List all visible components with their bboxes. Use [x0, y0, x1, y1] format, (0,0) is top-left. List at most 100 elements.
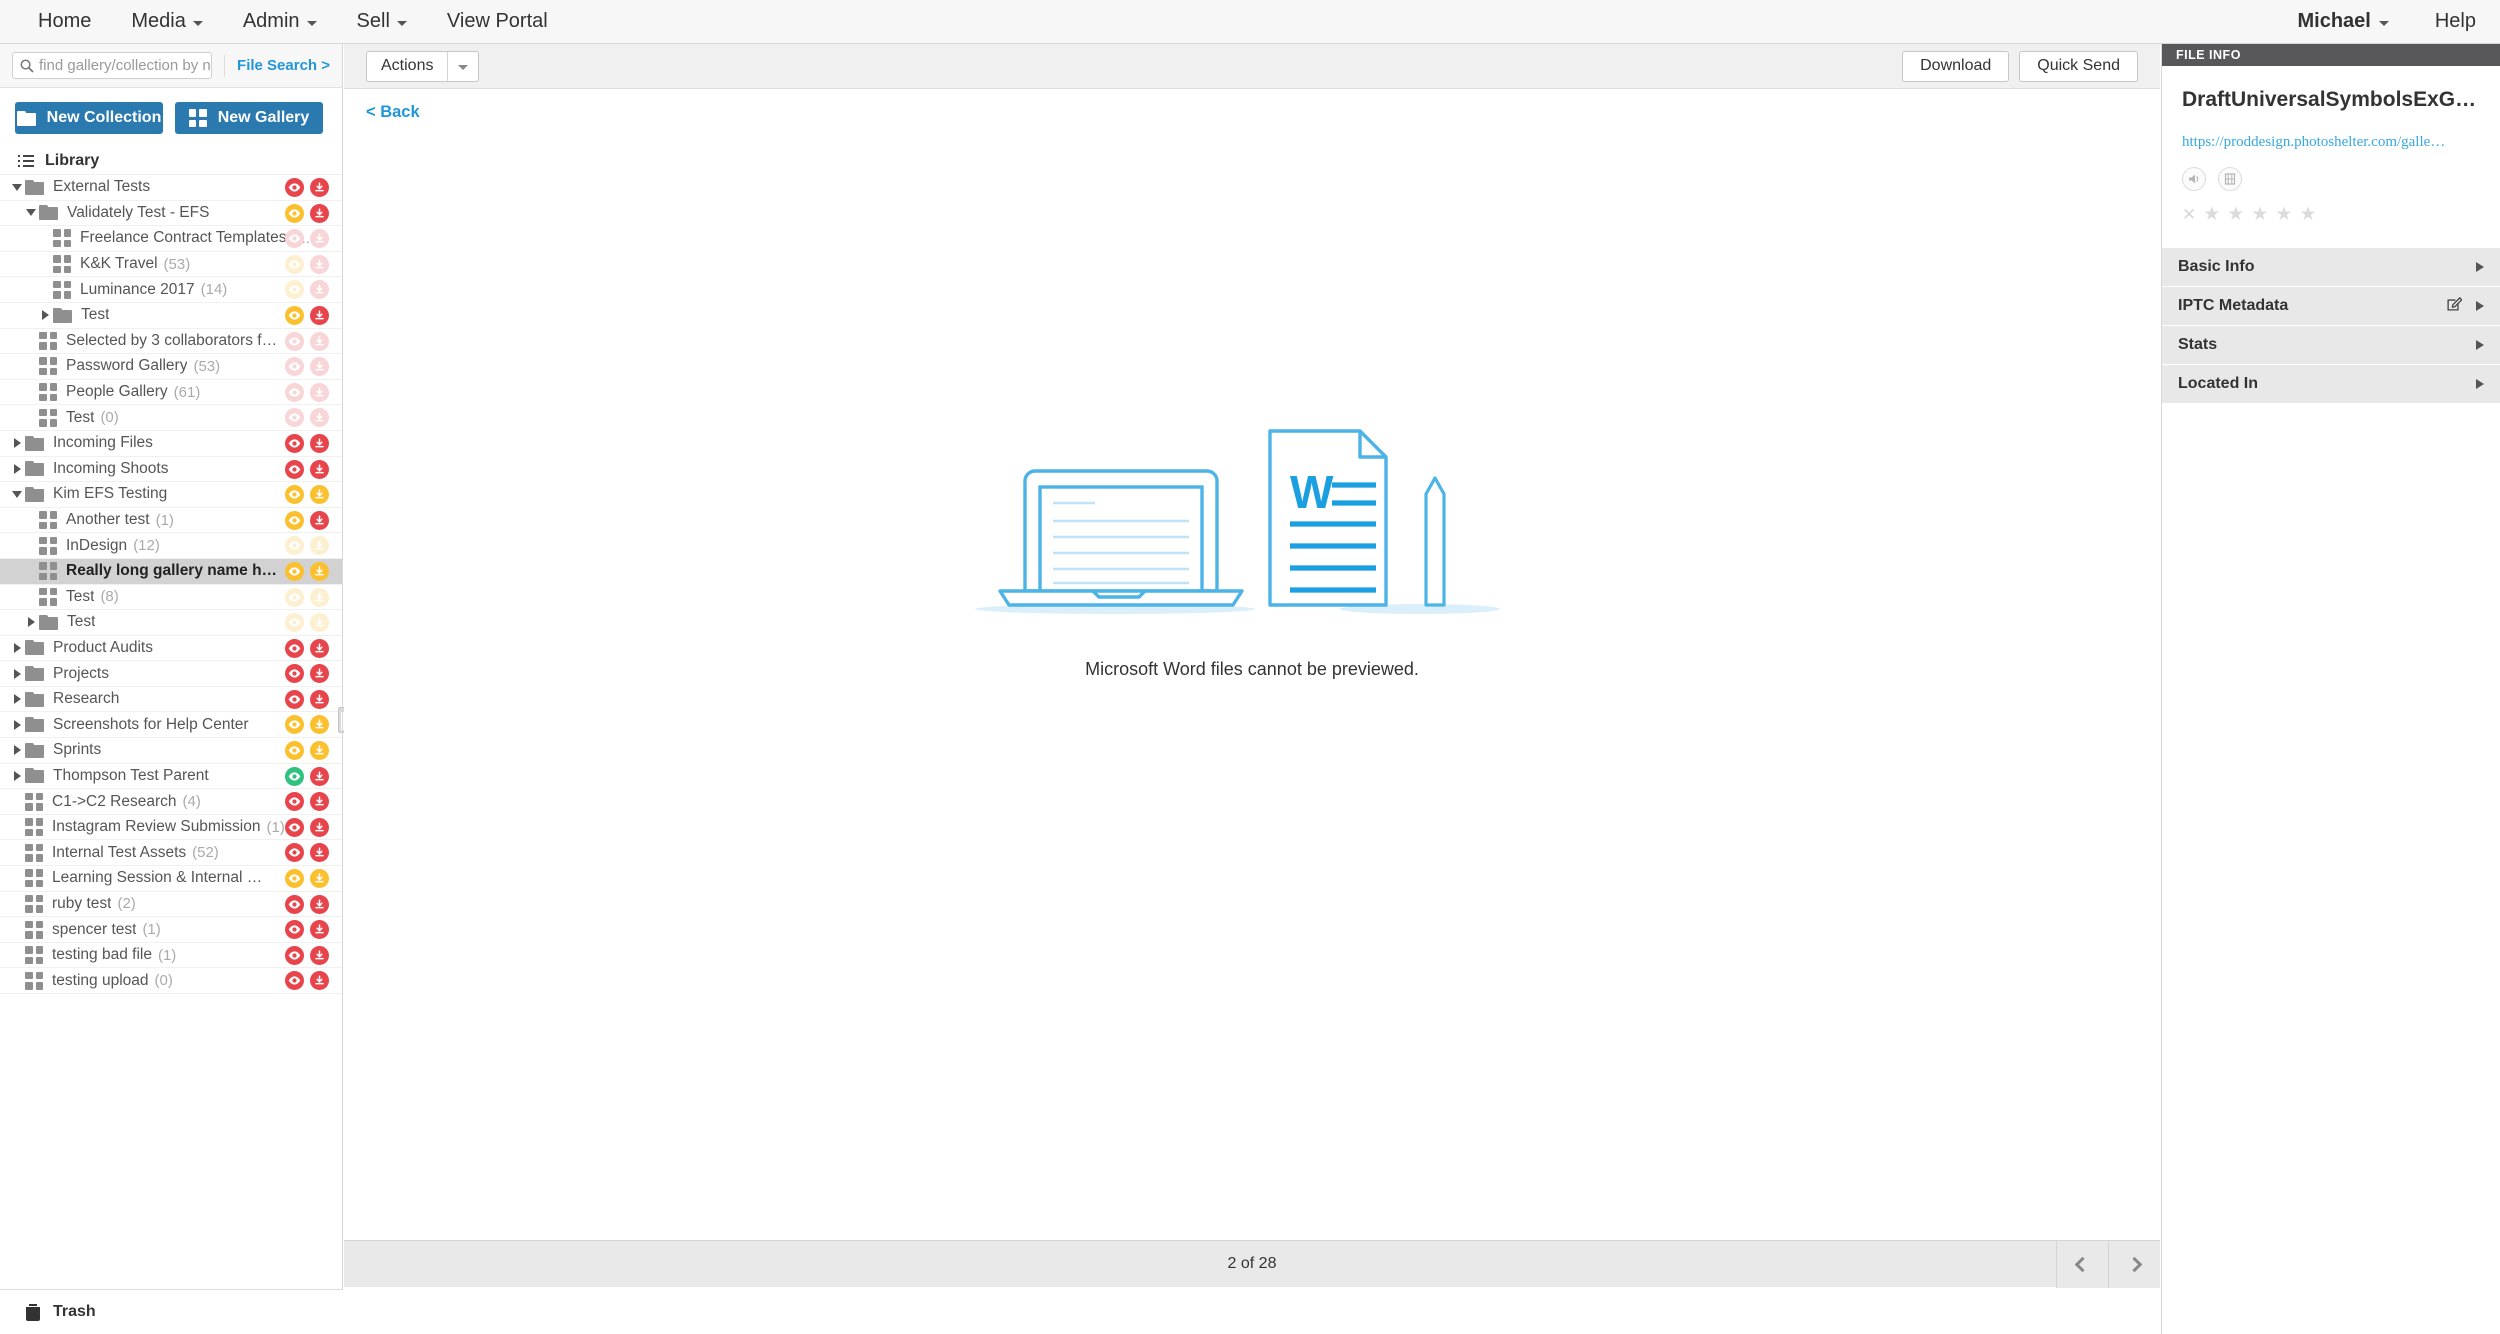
visibility-eye-badge[interactable] [285, 638, 304, 658]
twisty-expand-icon[interactable] [9, 694, 25, 705]
tree-row[interactable]: K&K Travel (53) [0, 252, 342, 278]
tree-row[interactable]: People Gallery (61) [0, 380, 342, 406]
tree-row[interactable]: C1->C2 Research (4) [0, 789, 342, 815]
tree-row[interactable]: Another test (1) [0, 508, 342, 534]
star-5[interactable]: ★ [2299, 205, 2316, 224]
twisty-expand-icon[interactable] [23, 617, 39, 628]
tree-row[interactable]: Freelance Contract Templates(... [0, 226, 342, 252]
back-link[interactable]: < Back [366, 103, 420, 122]
download-permission-badge[interactable] [310, 689, 329, 709]
download-permission-badge[interactable] [310, 613, 329, 633]
download-permission-badge[interactable] [310, 817, 329, 837]
download-permission-badge[interactable] [310, 305, 329, 325]
download-permission-badge[interactable] [310, 638, 329, 658]
twisty-expand-icon[interactable] [9, 642, 25, 653]
tree-row[interactable]: Validately Test - EFS [0, 201, 342, 227]
tree-row[interactable]: Research [0, 687, 342, 713]
accordion-section-basic-info[interactable]: Basic Info [2162, 248, 2500, 287]
download-permission-badge[interactable] [310, 382, 329, 402]
visibility-eye-badge[interactable] [285, 843, 304, 863]
tree-row[interactable]: Screenshots for Help Center [0, 712, 342, 739]
download-permission-badge[interactable] [310, 664, 329, 684]
download-permission-badge[interactable] [310, 766, 329, 786]
tree-row[interactable]: spencer test (1) [0, 917, 342, 943]
nav-item-view-portal[interactable]: View Portal [427, 10, 568, 33]
visibility-eye-badge[interactable] [285, 664, 304, 684]
download-permission-badge[interactable] [310, 741, 329, 761]
star-1[interactable]: ★ [2203, 205, 2220, 224]
visibility-eye-badge[interactable] [285, 357, 304, 377]
twisty-expand-icon[interactable] [9, 745, 25, 756]
trash-item[interactable]: Trash [0, 1289, 343, 1334]
download-permission-badge[interactable] [310, 894, 329, 914]
tree-row[interactable]: Thompson Test Parent [0, 764, 342, 790]
nav-item-sell[interactable]: Sell [337, 10, 427, 33]
visibility-eye-badge[interactable] [285, 510, 304, 530]
twisty-expand-icon[interactable] [9, 719, 25, 730]
visibility-eye-badge[interactable] [285, 536, 304, 556]
edit-pencil-icon[interactable] [2447, 296, 2463, 316]
new-collection-button[interactable]: New Collection [15, 102, 163, 134]
tree-row[interactable]: Really long gallery name here it is … [0, 558, 342, 585]
tree-row[interactable]: testing upload (0) [0, 968, 342, 994]
visibility-eye-badge[interactable] [285, 229, 304, 249]
visibility-eye-badge[interactable] [285, 689, 304, 709]
download-permission-badge[interactable] [310, 587, 329, 607]
tree-row[interactable]: Projects [0, 661, 342, 687]
visibility-eye-badge[interactable] [285, 613, 304, 633]
download-permission-badge[interactable] [310, 792, 329, 812]
tree-row[interactable]: Kim EFS Testing [0, 482, 342, 508]
twisty-expand-icon[interactable] [9, 438, 25, 449]
library-header[interactable]: Library [0, 148, 342, 175]
download-permission-badge[interactable] [310, 433, 329, 453]
tree-row[interactable]: Learning Session & Internal Demo Re… [0, 866, 342, 892]
tree-row[interactable]: Selected by 3 collaborators for 201… [0, 329, 342, 355]
user-menu[interactable]: Michael [2298, 10, 2389, 33]
tree-row[interactable]: Password Gallery (53) [0, 354, 342, 380]
help-link[interactable]: Help [2435, 10, 2476, 33]
download-permission-badge[interactable] [310, 536, 329, 556]
download-permission-badge[interactable] [310, 971, 329, 991]
nav-item-admin[interactable]: Admin [223, 10, 337, 33]
twisty-expand-icon[interactable] [9, 463, 25, 474]
visibility-eye-badge[interactable] [285, 382, 304, 402]
tree-row[interactable]: Instagram Review Submission (1) [0, 815, 342, 841]
download-permission-badge[interactable] [310, 408, 329, 428]
visibility-eye-badge[interactable] [285, 178, 304, 197]
tree-row[interactable]: Incoming Shoots [0, 457, 342, 483]
tree-row[interactable]: External Tests [0, 175, 342, 201]
star-3[interactable]: ★ [2251, 205, 2268, 224]
download-permission-badge[interactable] [310, 485, 329, 505]
search-input[interactable] [13, 53, 212, 78]
tree-row[interactable]: InDesign (12) [0, 533, 342, 559]
twisty-expand-icon[interactable] [9, 770, 25, 781]
megaphone-icon[interactable] [2182, 167, 2206, 191]
tree-row[interactable]: Test (8) [0, 585, 342, 611]
visibility-eye-badge[interactable] [285, 305, 304, 325]
star-2[interactable]: ★ [2227, 205, 2244, 224]
visibility-eye-badge[interactable] [285, 971, 304, 991]
visibility-eye-badge[interactable] [285, 408, 304, 428]
download-permission-badge[interactable] [310, 945, 329, 965]
clear-rating-button[interactable]: ✕ [2182, 206, 2196, 223]
download-permission-badge[interactable] [310, 869, 329, 889]
visibility-eye-badge[interactable] [285, 817, 304, 837]
download-permission-badge[interactable] [310, 561, 329, 581]
visibility-eye-badge[interactable] [285, 715, 304, 735]
visibility-eye-badge[interactable] [285, 792, 304, 812]
accordion-section-located-in[interactable]: Located In [2162, 365, 2500, 404]
previous-file-button[interactable] [2056, 1240, 2108, 1288]
visibility-eye-badge[interactable] [285, 433, 304, 453]
download-permission-badge[interactable] [310, 331, 329, 351]
file-search-link[interactable]: File Search > [237, 57, 330, 74]
visibility-eye-badge[interactable] [285, 561, 304, 581]
visibility-eye-badge[interactable] [285, 766, 304, 786]
visibility-eye-badge[interactable] [285, 459, 304, 479]
tree-row[interactable]: Sprints [0, 738, 342, 764]
tree-row[interactable]: Luminance 2017 (14) [0, 277, 342, 303]
tree-row[interactable]: Test (0) [0, 405, 342, 431]
visibility-eye-badge[interactable] [285, 254, 304, 274]
tree-row[interactable]: Test [0, 303, 342, 329]
search-box[interactable] [12, 52, 213, 79]
download-permission-badge[interactable] [310, 203, 329, 223]
